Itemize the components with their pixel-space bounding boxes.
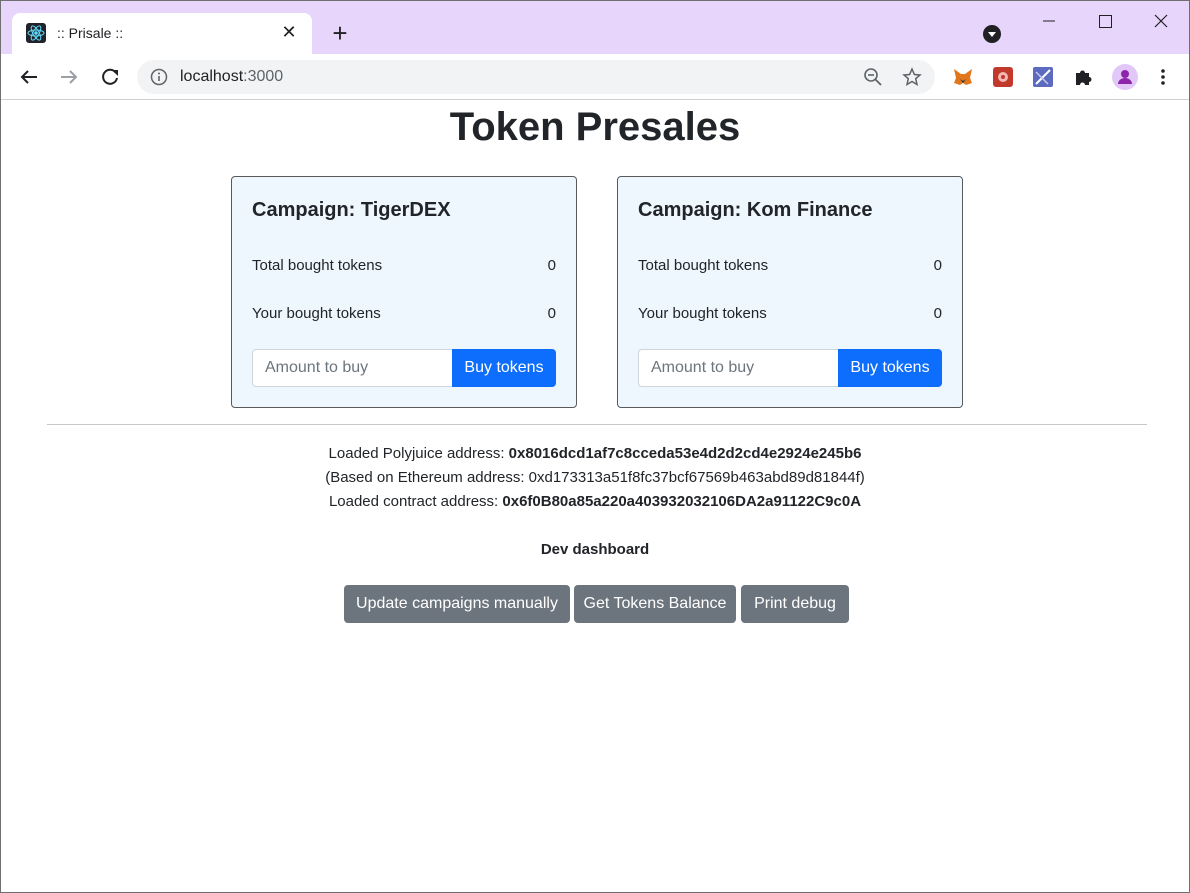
your-bought-label: Your bought tokens: [252, 305, 381, 322]
campaign-title: Campaign: Kom Finance: [638, 199, 873, 221]
ethereum-address-line: (Based on Ethereum address: 0xd173313a51…: [325, 469, 865, 486]
blue-extension-icon[interactable]: [1032, 66, 1054, 88]
polyjuice-address-line: Loaded Polyjuice address: 0x8016dcd1af7c…: [1, 445, 1189, 462]
back-icon[interactable]: [14, 62, 44, 92]
contract-address-line: Loaded contract address: 0x6f0B80a85a220…: [1, 493, 1189, 510]
url-port: :3000: [243, 68, 284, 85]
minimize-button[interactable]: [1026, 7, 1072, 35]
campaign-title: Campaign: TigerDEX: [252, 199, 451, 221]
new-tab-button[interactable]: +: [326, 20, 354, 48]
contract-address-value: 0x6f0B80a85a220a403932032106DA2a91122C9c…: [502, 493, 862, 510]
browser-toolbar: localhost:3000: [1, 54, 1189, 100]
close-window-button[interactable]: [1138, 7, 1184, 35]
total-bought-row: Total bought tokens 0: [252, 257, 556, 279]
tab-title: :: Prisale ::: [57, 25, 124, 41]
url-text: localhost:3000: [180, 68, 283, 86]
browser-window: :: Prisale :: ✕ + localhost:3000 Token P…: [0, 0, 1190, 893]
amount-to-buy-input[interactable]: [252, 349, 453, 387]
tab-search-icon[interactable]: [983, 25, 1001, 43]
bookmark-star-icon[interactable]: [902, 67, 922, 87]
url-host: localhost: [180, 68, 244, 85]
red-extension-icon[interactable]: [992, 66, 1014, 88]
browser-tab[interactable]: :: Prisale :: ✕: [12, 13, 312, 55]
polyjuice-address-value: 0x8016dcd1af7c8cceda53e4d2d2cd4e2924e245…: [508, 445, 862, 462]
reload-icon[interactable]: [95, 62, 125, 92]
contract-address-label: Loaded contract address:: [328, 493, 503, 510]
total-bought-row: Total bought tokens 0: [638, 257, 942, 279]
your-bought-row: Your bought tokens 0: [252, 305, 556, 327]
forward-icon[interactable]: [54, 62, 84, 92]
your-bought-value: 0: [547, 305, 556, 322]
site-info-icon[interactable]: [150, 68, 168, 86]
page-title: Token Presales: [449, 105, 741, 149]
close-tab-icon[interactable]: ✕: [278, 21, 300, 43]
buy-tokens-button[interactable]: Buy tokens: [838, 349, 942, 387]
react-logo-icon: [26, 23, 46, 43]
page-content: Token Presales Campaign: TigerDEX Total …: [1, 101, 1189, 892]
zoom-icon[interactable]: [863, 67, 883, 87]
address-bar[interactable]: localhost:3000: [137, 60, 935, 94]
total-bought-label: Total bought tokens: [638, 257, 769, 274]
total-bought-value: 0: [547, 257, 556, 274]
campaign-card: Campaign: Kom Finance Total bought token…: [617, 176, 963, 408]
get-tokens-balance-button[interactable]: Get Tokens Balance: [574, 585, 736, 623]
extensions-puzzle-icon[interactable]: [1072, 66, 1094, 88]
polyjuice-address-label: Loaded Polyjuice address:: [328, 445, 509, 462]
your-bought-row: Your bought tokens 0: [638, 305, 942, 327]
update-campaigns-button[interactable]: Update campaigns manually: [344, 585, 570, 623]
print-debug-button[interactable]: Print debug: [741, 585, 849, 623]
total-bought-label: Total bought tokens: [252, 257, 383, 274]
campaign-card: Campaign: TigerDEX Total bought tokens 0…: [231, 176, 577, 408]
buy-tokens-button[interactable]: Buy tokens: [452, 349, 556, 387]
browser-menu-icon[interactable]: [1152, 66, 1174, 88]
total-bought-value: 0: [933, 257, 942, 274]
maximize-button[interactable]: [1082, 7, 1128, 35]
profile-avatar-icon[interactable]: [1112, 64, 1138, 90]
your-bought-value: 0: [933, 305, 942, 322]
dev-dashboard-title: Dev dashboard: [540, 541, 650, 558]
amount-to-buy-input[interactable]: [638, 349, 839, 387]
your-bought-label: Your bought tokens: [638, 305, 767, 322]
tab-strip: :: Prisale :: ✕ +: [1, 1, 1189, 55]
metamask-extension-icon[interactable]: [952, 66, 974, 88]
divider: [47, 424, 1147, 425]
